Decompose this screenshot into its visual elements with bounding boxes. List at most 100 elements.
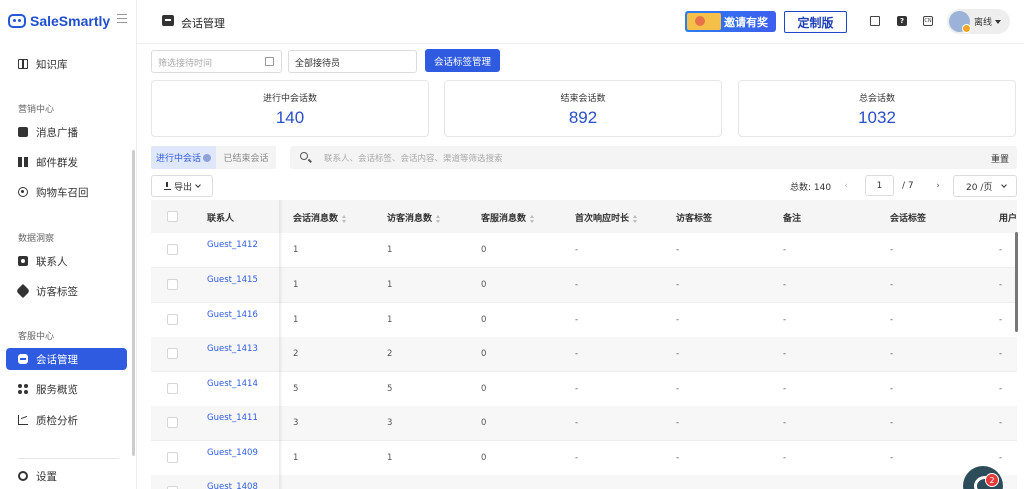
sort-icon[interactable] — [342, 214, 347, 223]
gift-banner-icon — [687, 13, 721, 30]
row-checkbox[interactable] — [167, 244, 178, 255]
contact-link[interactable]: Guest_1415 — [207, 275, 258, 285]
column-header-first-response[interactable]: 首次响应时长 — [575, 211, 638, 224]
cell-visitor-msgs: 3 — [387, 418, 393, 428]
select-all-checkbox[interactable] — [167, 211, 178, 222]
page-number-input[interactable]: 1 — [865, 175, 894, 196]
page-size-select[interactable]: 20 /页 — [953, 175, 1017, 197]
frozen-column-shadow — [279, 200, 283, 489]
contact-link[interactable]: Guest_1408 — [207, 482, 258, 489]
column-header-visitor-messages[interactable]: 访客消息数 — [387, 211, 441, 224]
sidebar-item-email[interactable]: 邮件群发 — [6, 151, 127, 173]
column-header-agent-messages[interactable]: 客服消息数 — [481, 211, 535, 224]
next-page-button[interactable]: › — [933, 175, 943, 197]
sidebar-scrollbar[interactable] — [132, 150, 135, 456]
sidebar-item-settings[interactable]: 设置 — [6, 465, 127, 487]
sidebar-item-service-overview[interactable]: 服务概览 — [6, 378, 127, 400]
date-placeholder: 筛选接待时间 — [158, 59, 213, 69]
cell-session-tags: - — [890, 315, 894, 325]
chevron-down-icon — [195, 181, 201, 188]
custom-edition-button[interactable]: 定制版 — [784, 11, 847, 33]
cell-notes: - — [783, 245, 787, 255]
sort-icon[interactable] — [530, 214, 535, 223]
cell-notes: - — [783, 280, 787, 290]
cell-session-tags: - — [890, 280, 894, 290]
row-checkbox[interactable] — [167, 279, 178, 290]
cell-first-response: - — [575, 453, 579, 463]
help-icon[interactable]: ? — [897, 16, 907, 26]
contact-icon — [18, 256, 28, 266]
divider — [18, 458, 119, 459]
invite-reward-button[interactable]: 邀请有奖 — [685, 11, 776, 32]
contact-link[interactable]: Guest_1414 — [207, 379, 258, 389]
cell-notes: - — [783, 453, 787, 463]
date-filter-input[interactable]: 筛选接待时间 — [151, 50, 282, 73]
sidebar-item-session-management[interactable]: 会话管理 — [6, 348, 127, 370]
cell-visitor-tags: - — [676, 315, 680, 325]
export-button[interactable]: 导出 — [151, 175, 213, 197]
user-menu[interactable]: 离线 — [947, 9, 1010, 34]
table-scrollbar[interactable] — [1015, 232, 1018, 332]
contact-link[interactable]: Guest_1416 — [207, 310, 258, 320]
tag-icon — [15, 283, 31, 299]
sidebar-item-cart-recovery[interactable]: 购物车召回 — [6, 181, 127, 203]
row-checkbox[interactable] — [167, 417, 178, 428]
sidebar-item-broadcast[interactable]: 消息广播 — [6, 121, 127, 143]
tab-ended-sessions[interactable]: 已结束会话 — [216, 146, 276, 169]
chat-icon — [162, 15, 174, 26]
sidebar-item-label: 知识库 — [36, 58, 68, 71]
contact-link[interactable]: Guest_1411 — [207, 413, 258, 423]
broadcast-icon — [18, 127, 28, 137]
tab-ongoing-sessions[interactable]: 进行中会话 — [151, 146, 216, 169]
cell-session-msgs: 1 — [293, 453, 299, 463]
session-tag-management-button[interactable]: 会话标签管理 — [425, 49, 500, 72]
reset-button[interactable]: 重置 — [991, 152, 1009, 165]
cell-user: - — [999, 349, 1003, 359]
sidebar-item-quality-analysis[interactable]: 质检分析 — [6, 409, 127, 431]
overview-icon — [18, 384, 28, 394]
cell-user: - — [999, 453, 1003, 463]
sidebar-item-knowledge-base[interactable]: 知识库 — [6, 53, 127, 75]
menu-collapse-icon[interactable] — [117, 14, 127, 23]
contact-link[interactable]: Guest_1412 — [207, 240, 258, 250]
cell-agent-msgs: 0 — [481, 418, 487, 428]
cell-visitor-msgs: 1 — [387, 280, 393, 290]
sidebar-item-contacts[interactable]: 联系人 — [6, 250, 127, 272]
prev-page-button[interactable]: ‹ — [840, 175, 852, 197]
cell-visitor-tags: - — [676, 280, 680, 290]
row-checkbox[interactable] — [167, 314, 178, 325]
sort-icon[interactable] — [436, 214, 441, 223]
cell-first-response: - — [575, 245, 579, 255]
cell-session-tags: - — [890, 384, 894, 394]
export-label: 导出 — [173, 182, 192, 193]
cell-agent-msgs: 0 — [481, 245, 487, 255]
column-header-session-messages[interactable]: 会话消息数 — [293, 211, 347, 224]
logo[interactable]: SaleSmartly — [8, 11, 110, 31]
top-header: 会话管理 邀请有奖 定制版 ? CN 离线 — [137, 0, 1024, 44]
row-checkbox[interactable] — [167, 452, 178, 463]
cell-first-response: - — [575, 315, 579, 325]
row-checkbox[interactable] — [167, 348, 178, 359]
gear-icon — [18, 471, 28, 481]
caret-down-icon — [995, 19, 1002, 24]
contact-link[interactable]: Guest_1413 — [207, 344, 258, 354]
cell-user: - — [999, 315, 1003, 325]
cell-visitor-msgs: 1 — [387, 245, 393, 255]
sidebar-item-visitor-tags[interactable]: 访客标签 — [6, 280, 127, 302]
cell-first-response: - — [575, 418, 579, 428]
contact-link[interactable]: Guest_1409 — [207, 448, 258, 458]
row-checkbox[interactable] — [167, 383, 178, 394]
stat-value: 140 — [275, 108, 305, 127]
devices-icon[interactable] — [870, 16, 880, 26]
cell-first-response: - — [575, 384, 579, 394]
stat-value: 1032 — [858, 108, 896, 127]
avatar — [949, 11, 971, 33]
search-input[interactable]: 联系人、会话标签、会话内容、渠道等筛选搜索 重置 — [290, 146, 1017, 169]
cell-session-msgs: 1 — [293, 245, 299, 255]
calendar-icon — [265, 57, 274, 66]
sort-icon[interactable] — [633, 214, 638, 223]
cell-user: - — [999, 280, 1003, 290]
language-icon[interactable]: CN — [923, 16, 933, 26]
agent-select[interactable]: 全部接待员 — [288, 50, 417, 73]
download-icon — [163, 182, 171, 190]
